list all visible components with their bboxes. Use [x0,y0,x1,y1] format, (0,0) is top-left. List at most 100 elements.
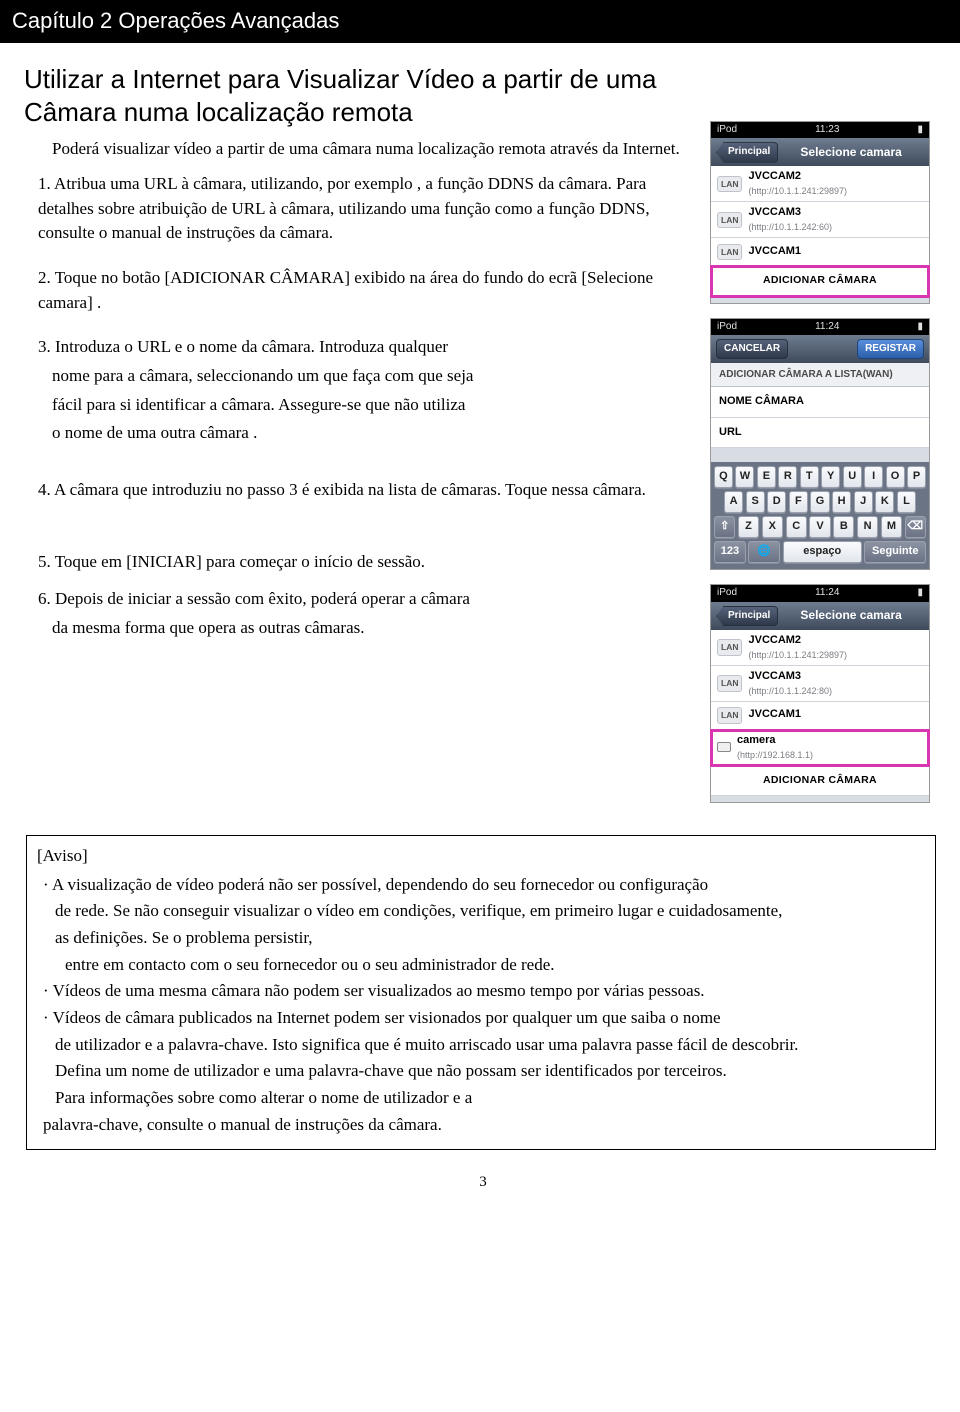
kb-key[interactable]: E [757,466,776,488]
status-time: 11:23 [737,123,917,138]
kb-key[interactable]: V [809,516,830,538]
section-header: ADICIONAR CÂMARA A LISTA(WAN) [711,363,929,387]
kb-key[interactable]: T [800,466,819,488]
step-3-line1: 3. Introduza o URL e o nome da câmara. I… [38,335,692,360]
camera-url: (http://192.168.1.1) [737,749,923,762]
chapter-label: Capítulo 2 Operações Avançadas [12,8,339,33]
phone-screenshot-3: iPod 11:24 ▮ Principal Selecione camara … [710,584,930,803]
kb-key[interactable]: K [875,491,894,513]
camera-url: (http://10.1.1.241:29897) [748,649,923,662]
step-3-line2: nome para a câmara, seleccionando um que… [52,364,692,389]
camera-row[interactable]: LAN JVCCAM2 (http://10.1.1.241:29897) [711,630,929,666]
kb-key[interactable]: B [833,516,854,538]
globe-key[interactable]: 🌐 [748,541,780,563]
device-label: iPod [717,123,737,138]
warning-box: [Aviso] · A visualização de vídeo poderá… [26,835,936,1150]
page-number: 3 [24,1172,942,1194]
cancel-button[interactable]: CANCELAR [716,339,788,360]
status-time: 11:24 [737,586,917,601]
keyboard: Q W E R T Y U I O P A S D [711,462,929,569]
kb-key[interactable]: Q [714,466,733,488]
phone-screenshot-2: iPod 11:24 ▮ CANCELAR REGISTAR ADICIONAR… [710,318,930,571]
warning-line: · A visualização de vídeo poderá não ser… [43,873,925,898]
screenshot-column: iPod 11:23 ▮ Principal Selecione camara … [710,63,942,817]
warning-line: as definições. Se o problema persistir, [55,926,925,951]
shift-key[interactable]: ⇧ [714,516,735,538]
camera-name: JVCCAM2 [748,169,923,185]
kb-key[interactable]: Z [738,516,759,538]
warning-line: entre em contacto com o seu fornecedor o… [65,953,925,978]
lan-badge: LAN [717,639,742,655]
kb-key[interactable]: I [864,466,883,488]
kb-key[interactable]: A [724,491,743,513]
warning-line: de rede. Se não conseguir visualizar o v… [55,899,925,924]
camera-row[interactable]: LAN JVCCAM1 [711,238,929,266]
battery-icon: ▮ [917,320,923,335]
step-1: 1. Atribua uma URL à câmara, utilizando,… [38,172,692,246]
kb-key[interactable]: M [881,516,902,538]
back-button[interactable]: Principal [716,142,778,163]
kb-key[interactable]: P [907,466,926,488]
camera-row[interactable]: LAN JVCCAM2 (http://10.1.1.241:29897) [711,166,929,202]
kb-key[interactable]: H [832,491,851,513]
camera-row[interactable]: LAN JVCCAM3 (http://10.1.1.242:80) [711,666,929,702]
lan-badge: LAN [717,707,742,723]
kb-key[interactable]: C [786,516,807,538]
camera-name: camera [737,733,923,749]
camera-url: (http://10.1.1.241:29897) [748,185,923,198]
device-label: iPod [717,320,737,335]
lan-badge: LAN [717,244,742,260]
kb-key[interactable]: R [778,466,797,488]
nav-title: Selecione camara [778,607,924,624]
kb-key[interactable]: Y [821,466,840,488]
page-title: Utilizar a Internet para Visualizar Víde… [24,63,692,130]
camera-url: (http://10.1.1.242:60) [748,221,923,234]
step-3-line3: fácil para si identificar a câmara. Asse… [52,393,692,418]
device-label: iPod [717,586,737,601]
camera-row[interactable]: LAN JVCCAM3 (http://10.1.1.242:60) [711,202,929,238]
chapter-header: Capítulo 2 Operações Avançadas [0,0,960,43]
kb-key[interactable]: J [854,491,873,513]
kb-key[interactable]: G [810,491,829,513]
camera-name: JVCCAM1 [748,707,923,723]
warning-title: [Aviso] [37,844,925,869]
lan-badge: LAN [717,675,742,691]
back-button[interactable]: Principal [716,606,778,627]
status-bar: iPod 11:24 ▮ [711,319,929,336]
add-camera-button[interactable]: ADICIONAR CÂMARA [711,266,929,296]
step-4: 4. A câmara que introduziu no passo 3 é … [38,478,692,503]
page-body: Utilizar a Internet para Visualizar Víde… [0,43,960,1206]
camera-icon [717,742,731,752]
battery-icon: ▮ [917,586,923,601]
url-field[interactable]: URL [711,418,929,449]
intro-paragraph: Poderá visualizar vídeo a partir de uma … [52,137,692,162]
kb-key[interactable]: F [789,491,808,513]
register-button[interactable]: REGISTAR [857,339,924,360]
kb-key[interactable]: L [897,491,916,513]
warning-line: Defina um nome de utilizador e uma palav… [55,1059,925,1084]
kb-key[interactable]: X [762,516,783,538]
camera-name: JVCCAM1 [748,244,923,260]
status-bar: iPod 11:23 ▮ [711,122,929,139]
lan-badge: LAN [717,176,742,192]
mode-key[interactable]: 123 [714,541,746,563]
step-3-line4: o nome de uma outra câmara . [52,421,692,446]
camera-name-field[interactable]: NOME CÂMARA [711,387,929,418]
kb-key[interactable]: D [767,491,786,513]
kb-key[interactable]: S [746,491,765,513]
kb-key[interactable]: W [735,466,754,488]
status-time: 11:24 [737,320,917,335]
camera-row[interactable]: LAN JVCCAM1 [711,702,929,730]
kb-key[interactable]: N [857,516,878,538]
nav-bar: Principal Selecione camara [711,138,929,166]
kb-key[interactable]: O [886,466,905,488]
add-camera-button[interactable]: ADICIONAR CÂMARA [711,766,929,796]
camera-row-highlighted[interactable]: camera (http://192.168.1.1) [711,730,929,766]
backspace-key[interactable]: ⌫ [905,516,926,538]
next-key[interactable]: Seguinte [864,541,926,563]
kb-key[interactable]: U [843,466,862,488]
phone-screenshot-1: iPod 11:23 ▮ Principal Selecione camara … [710,121,930,304]
warning-line: · Vídeos de uma mesma câmara não podem s… [43,979,925,1004]
nav-title: Selecione camara [778,144,924,161]
space-key[interactable]: espaço [783,541,862,563]
